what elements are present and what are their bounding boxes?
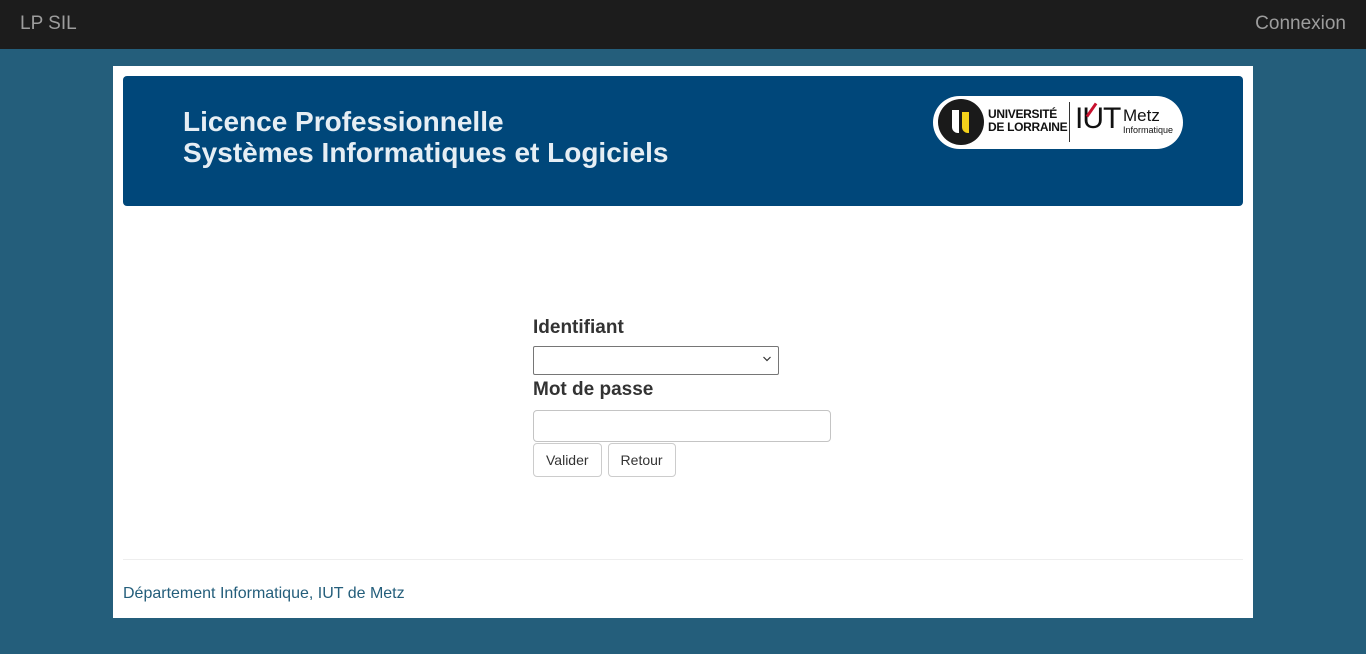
top-navbar: LP SIL Connexion	[0, 0, 1366, 49]
logo-divider	[1069, 102, 1070, 142]
form-buttons: Valider Retour	[533, 443, 833, 477]
banner-title-line1: Licence Professionnelle	[183, 106, 504, 137]
back-button[interactable]: Retour	[607, 443, 676, 477]
login-form: Identifiant Mot de passe Valider Retour	[533, 316, 833, 477]
header-banner: Licence Professionnelle Systèmes Informa…	[123, 76, 1243, 206]
identifier-label: Identifiant	[533, 317, 624, 338]
main-container: Licence Professionnelle Systèmes Informa…	[113, 66, 1253, 618]
iut-department-text: Informatique	[1123, 125, 1174, 135]
ul-logo-icon	[938, 99, 984, 145]
banner-title-line2: Systèmes Informatiques et Logiciels	[183, 137, 669, 168]
banner-title: Licence Professionnelle Systèmes Informa…	[183, 106, 669, 168]
chevron-down-icon	[763, 356, 771, 362]
submit-button[interactable]: Valider	[533, 443, 602, 477]
brand-link[interactable]: LP SIL	[20, 13, 77, 35]
iut-city-text: Metz	[1123, 106, 1160, 125]
login-link[interactable]: Connexion	[1255, 13, 1346, 35]
university-name: UNIVERSITÉ DE LORRAINE	[988, 107, 1068, 134]
password-field[interactable]	[533, 410, 831, 442]
password-label: Mot de passe	[533, 379, 654, 400]
identifier-select[interactable]	[533, 346, 779, 375]
footer-text: Département Informatique, IUT de Metz	[123, 585, 405, 602]
iut-logo-text: IUT	[1075, 102, 1121, 135]
footer-divider	[123, 559, 1243, 560]
university-logo: UNIVERSITÉ DE LORRAINE IUT Metz Informat…	[933, 96, 1183, 149]
